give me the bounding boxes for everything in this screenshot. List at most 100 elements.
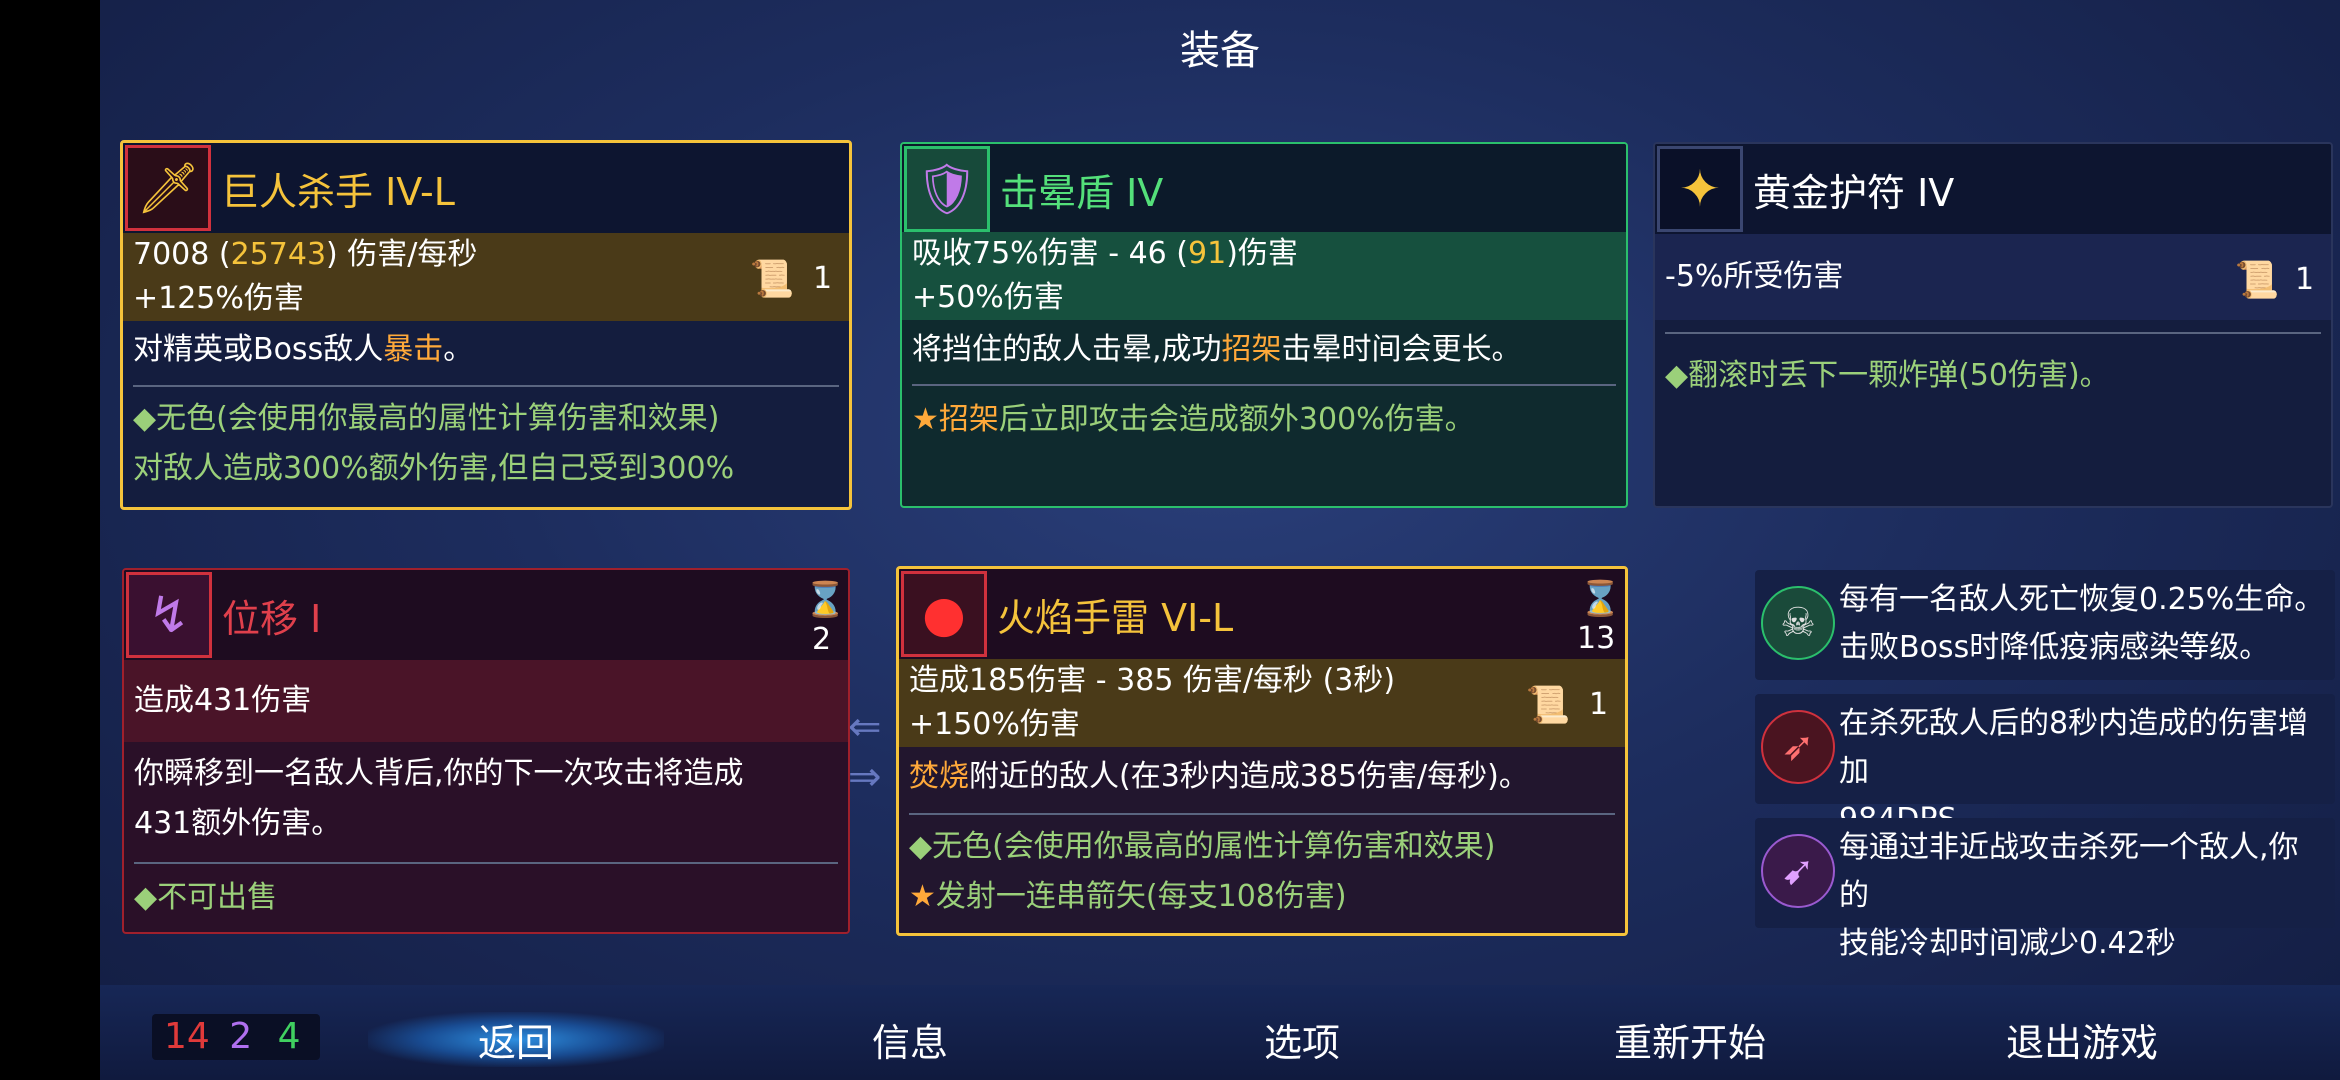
amulet-name: 黄金护符 IV [1753, 171, 1955, 215]
weapon-name: 巨人杀手 IV-L [221, 170, 455, 214]
skill2-desc-keyword: 焚烧 [909, 759, 969, 794]
survival-stat: 4 [277, 1016, 301, 1057]
shield-stat-row: 吸收75%伤害 - 46 (91)伤害 [902, 232, 1626, 276]
back-button[interactable]: 返回 [368, 1012, 665, 1067]
skill2-cooldown: 13 [1577, 621, 1616, 656]
skill2-affix-2-text: 发射一连串箭矢(每支108伤害) [935, 879, 1347, 914]
skill2-scroll-count: 1 [1589, 687, 1609, 722]
skill1-name: 位移 I [222, 597, 322, 641]
left-black-bar [0, 0, 100, 1080]
shield-stat-gold: 91 [1188, 236, 1227, 271]
ranged-kill-icon: ➹ [1761, 834, 1835, 908]
shield-desc: 将挡住的敌人击晕,成功招架击晕时间会更长。 [902, 328, 1626, 372]
bonus-item[interactable]: ➶ 在杀死敌人后的8秒内造成的伤害增加 984DPS。 [1755, 694, 2335, 837]
shield-desc-prefix: 将挡住的敌人击晕,成功 [912, 332, 1222, 367]
shield-stat-suffix: )伤害 [1226, 236, 1298, 271]
weapon-dps-suffix: ) 伤害/每秒 [326, 237, 478, 272]
scroll-green-icon: 📜 [749, 259, 795, 300]
weapon-card[interactable]: 🗡 巨人杀手 IV-L 7008 (25743) 伤害/每秒 +125%伤害 📜… [120, 140, 852, 510]
star-icon: ★ [909, 879, 936, 914]
skill2-name: 火焰手雷 VI-L [997, 596, 1234, 640]
restart-button[interactable]: 重新开始 [1614, 1012, 1766, 1067]
skill1-affix: ◆不可出售 [134, 880, 278, 915]
skill1-desc-1: 你瞬移到一名敌人背后,你的下一次攻击将造成 [134, 756, 744, 791]
skill2-affix-1: ◆无色(会使用你最高的属性计算伤害和效果) [909, 829, 1496, 864]
skill2-bonus: +150%伤害 [909, 707, 1080, 742]
weapon-desc-prefix: 对精英或Boss敌人 [133, 332, 384, 367]
bonus-text: 每有一名敌人死亡恢复0.25%生命。 击败Boss时降低疫病感染等级。 [1839, 576, 2327, 672]
weapon-dps-crit: 25743 [230, 237, 327, 272]
bonus-line: 技能冷却时间减少0.42秒 [1839, 926, 2176, 961]
bonus-line: 每有一名敌人死亡恢复0.25%生命。 [1839, 582, 2325, 617]
sword-icon: 🗡 [125, 145, 211, 231]
bonus-text: 每通过非近战攻击杀死一个敌人,你的 技能冷却时间减少0.42秒 [1839, 824, 2327, 968]
skill2-divider [909, 813, 1615, 815]
skill2-stat: 造成185伤害 - 385 伤害/每秒 (3秒) [909, 663, 1396, 698]
weapon-desc-keyword: 暴击 [383, 332, 444, 367]
bonus-item[interactable]: ➹ 每通过非近战攻击杀死一个敌人,你的 技能冷却时间减少0.42秒 [1755, 818, 2335, 961]
skill2-desc-suffix: 附近的敌人(在3秒内造成385伤害/每秒)。 [969, 759, 1529, 794]
shield-affix-keyword: 招架 [938, 402, 999, 437]
shield-name: 击晕盾 IV [1000, 171, 1164, 215]
shield-affix-suffix: 后立即攻击会造成额外300%伤害。 [998, 402, 1475, 437]
shield-icon: 🛡 [904, 146, 990, 232]
bonus-line: 每通过非近战攻击杀死一个敌人,你的 [1839, 830, 2299, 913]
weapon-scroll-count: 1 [813, 261, 833, 296]
skill2-card[interactable]: ● 火焰手雷 VI-L ⌛ 13 造成185伤害 - 385 伤害/每秒 (3秒… [896, 566, 1628, 936]
hourglass-icon: ⌛ [804, 580, 847, 620]
quit-game-button[interactable]: 退出游戏 [2006, 1012, 2158, 1067]
skill2-desc: 焚烧附近的敌人(在3秒内造成385伤害/每秒)。 [899, 755, 1625, 799]
weapon-affix-2: 对敌人造成300%额外伤害,但自己受到300% [133, 451, 735, 486]
shield-desc-suffix: 击晕时间会更长。 [1281, 332, 1522, 367]
shield-divider [912, 384, 1616, 386]
teleport-icon: ↯ [126, 572, 212, 658]
skill1-divider [134, 862, 838, 864]
weapon-desc: 对精英或Boss敌人暴击。 [123, 328, 849, 372]
skill1-stat-row: 造成431伤害 [124, 660, 848, 742]
hourglass-icon: ⌛ [1579, 579, 1622, 619]
shield-desc-keyword: 招架 [1221, 332, 1282, 367]
scroll-red-icon: 📜 [1525, 685, 1571, 726]
skill1-card[interactable]: ↯ 位移 I ⌛ 2 造成431伤害 你瞬移到一名敌人背后,你的下一次攻击将造成… [122, 568, 850, 934]
shield-card[interactable]: 🛡 击晕盾 IV 吸收75%伤害 - 46 (91)伤害 +50%伤害 将挡住的… [900, 142, 1628, 508]
brutality-stat: 14 [164, 1016, 210, 1057]
amulet-affix: ◆翻滚时丢下一颗炸弹(50伤害)。 [1665, 358, 2110, 393]
weapon-desc-suffix: 。 [443, 332, 474, 367]
weapon-dps-base: 7008 ( [133, 237, 231, 272]
amulet-stat: -5%所受伤害 [1665, 259, 1844, 294]
skill1-stat: 造成431伤害 [134, 683, 312, 718]
info-button[interactable]: 信息 [872, 1012, 948, 1067]
weapon-divider [133, 385, 839, 387]
scroll-red-icon: 📜 [2234, 260, 2280, 301]
skill2-affix-2: ★发射一连串箭矢(每支108伤害) [899, 875, 1625, 919]
tactics-stat: 2 [229, 1016, 253, 1057]
skill2-stat-row: 造成185伤害 - 385 伤害/每秒 (3秒) [899, 659, 1625, 703]
scroll-stats: 14 2 4 [152, 1014, 320, 1060]
amulet-card[interactable]: ✦ 黄金护符 IV -5%所受伤害 📜 1 ◆翻滚时丢下一颗炸弹(50伤害)。 [1653, 142, 2333, 508]
equipment-screen: 装备 🗡 巨人杀手 IV-L 7008 (25743) 伤害/每秒 +125%伤… [100, 0, 2340, 1080]
swap-left-arrow-icon: ⇐ [848, 704, 882, 750]
star-icon: ★ [912, 402, 939, 437]
skill2-bonus-row: +150%伤害 [899, 703, 1625, 747]
swap-right-arrow-icon: ⇒ [848, 754, 882, 800]
weapon-bonus-row: +125%伤害 [123, 277, 849, 321]
skill1-desc-2: 431额外伤害。 [134, 806, 342, 841]
options-button[interactable]: 选项 [1264, 1012, 1340, 1067]
bonus-item[interactable]: ☠ 每有一名敌人死亡恢复0.25%生命。 击败Boss时降低疫病感染等级。 [1755, 570, 2335, 680]
shield-bonus: +50%伤害 [912, 280, 1064, 315]
weapon-dps-row: 7008 (25743) 伤害/每秒 [123, 233, 849, 277]
shield-stat-prefix: 吸收75%伤害 - 46 ( [912, 236, 1188, 271]
bonus-line: 击败Boss时降低疫病感染等级。 [1839, 630, 2270, 665]
amulet-icon: ✦ [1657, 146, 1743, 232]
skill1-cooldown: 2 [812, 622, 832, 657]
weapon-bonus: +125%伤害 [133, 281, 304, 316]
shield-affix: ★招架后立即攻击会造成额外300%伤害。 [902, 398, 1626, 442]
shield-bonus-row: +50%伤害 [902, 276, 1626, 320]
amulet-divider [1665, 332, 2321, 334]
amulet-scroll-count: 1 [2295, 262, 2315, 297]
bow-kill-icon: ➶ [1761, 710, 1835, 784]
bonus-line: 在杀死敌人后的8秒内造成的伤害增加 [1839, 706, 2309, 789]
vampire-mouth-icon: ☠ [1761, 586, 1835, 660]
fire-grenade-icon: ● [901, 571, 987, 657]
weapon-affix-1: ◆无色(会使用你最高的属性计算伤害和效果) [133, 401, 720, 436]
